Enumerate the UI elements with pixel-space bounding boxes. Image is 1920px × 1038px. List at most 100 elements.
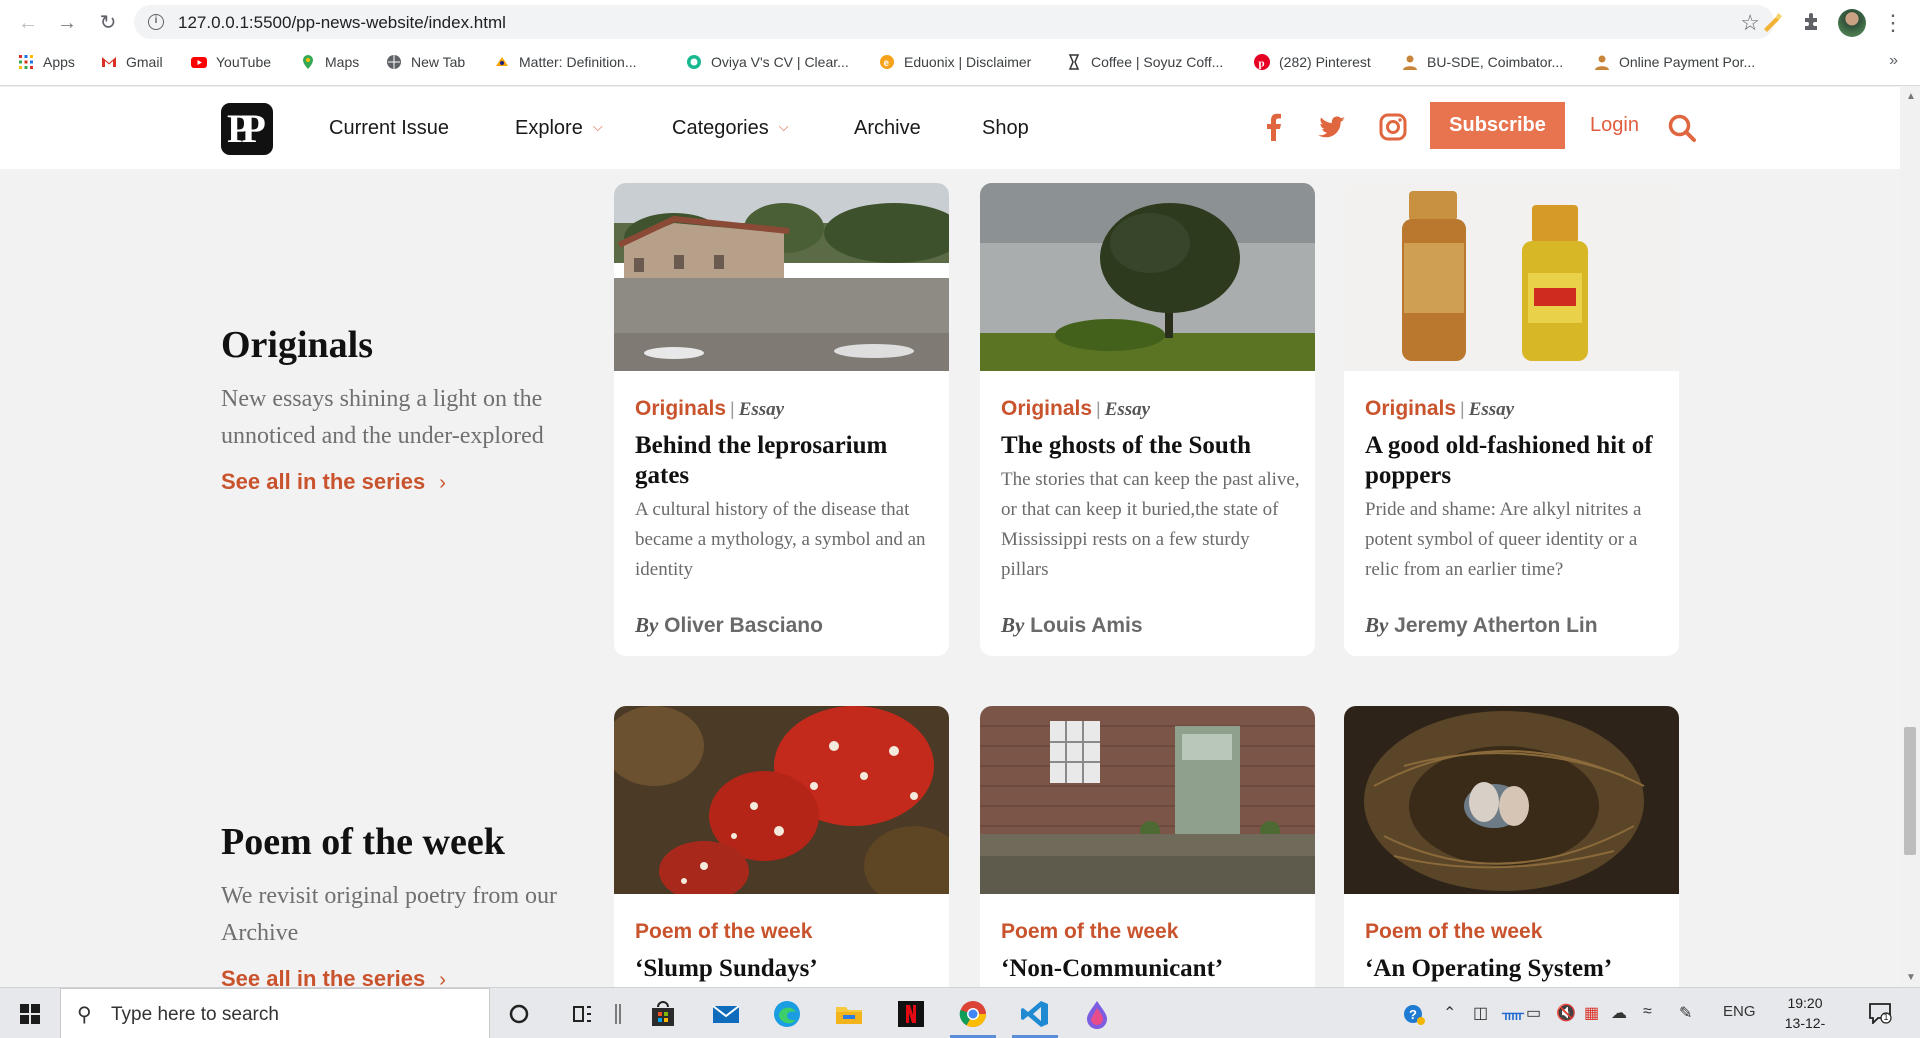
tray-app-red-icon[interactable]: ▦ — [1584, 1003, 1599, 1023]
login-link[interactable]: Login — [1590, 114, 1639, 137]
profile-avatar[interactable] — [1838, 9, 1866, 37]
bookmark-label: Gmail — [126, 54, 163, 70]
card-series[interactable]: Originals — [635, 397, 726, 420]
bookmark-maps[interactable]: Maps — [300, 52, 359, 72]
file-explorer-icon[interactable] — [833, 998, 865, 1030]
taskbar-search-box[interactable]: ⚲ Type here to search — [60, 988, 490, 1038]
bookmark-cv[interactable]: Oviya V's CV | Clear... — [686, 52, 849, 72]
bookmark-star-icon[interactable]: ☆ — [1740, 10, 1760, 36]
card-series[interactable]: Originals — [1365, 397, 1456, 420]
instagram-icon[interactable] — [1377, 111, 1409, 143]
nav-archive[interactable]: Archive — [854, 117, 921, 140]
extension-pencil-icon[interactable] — [1760, 10, 1784, 34]
bookmark-label: YouTube — [216, 54, 272, 70]
pen-ink-icon[interactable]: ✎ — [1679, 1003, 1692, 1023]
browser-menu-icon[interactable]: ⋮ — [1882, 9, 1904, 37]
author-name[interactable]: Oliver Basciano — [664, 614, 823, 637]
site-info-icon[interactable]: i — [148, 14, 164, 30]
microsoft-store-icon[interactable] — [647, 998, 679, 1030]
article-card[interactable]: Originals | Essay The ghosts of the South … — [980, 183, 1315, 656]
card-title[interactable]: The ghosts of the South — [1001, 431, 1301, 461]
card-title[interactable]: ‘Non-Communicant’ — [1001, 954, 1301, 984]
battery-icon[interactable]: ▭ — [1526, 1003, 1541, 1023]
onedrive-cloud-icon[interactable]: ☁ — [1611, 1003, 1627, 1023]
page-scrollbar[interactable]: ▲ ▼ — [1900, 87, 1920, 987]
language-indicator[interactable]: ENG — [1723, 1003, 1756, 1020]
card-series[interactable]: Originals — [1001, 397, 1092, 420]
bookmark-gmail[interactable]: Gmail — [101, 52, 163, 72]
tray-device-icon[interactable]: ◫ — [1473, 1003, 1488, 1023]
scroll-down-arrow-icon[interactable]: ▼ — [1906, 972, 1916, 983]
bookmark-eduonix[interactable]: e Eduonix | Disclaimer — [879, 52, 1031, 72]
card-series[interactable]: Poem of the week — [1001, 920, 1178, 943]
bluetooth-icon[interactable]: ᚅ — [1502, 1003, 1524, 1023]
search-icon[interactable] — [1667, 113, 1697, 143]
author-name[interactable]: Louis Amis — [1030, 614, 1142, 637]
card-title[interactable]: ‘Slump Sundays’ — [635, 954, 935, 984]
see-all-link[interactable]: See all in the series › — [221, 469, 446, 495]
tray-expand-chevron-icon[interactable]: ⌃ — [1443, 1003, 1456, 1023]
volume-muted-icon[interactable]: 🔇 — [1556, 1003, 1576, 1023]
system-clock[interactable]: 19:20 13-12-2020 — [1770, 993, 1840, 1038]
nav-current-issue[interactable]: Current Issue — [329, 117, 449, 140]
card-series[interactable]: Poem of the week — [1365, 920, 1542, 943]
subscribe-button[interactable]: Subscribe — [1430, 102, 1565, 149]
card-title[interactable]: Behind the leprosarium gates — [635, 431, 935, 491]
section-description: We revisit original poetry from our Arch… — [221, 883, 557, 946]
reload-icon[interactable]: ↻ — [94, 9, 122, 37]
nav-categories[interactable]: Categories ⌵ — [672, 117, 789, 140]
card-title[interactable]: A good old-fashioned hit of poppers — [1365, 431, 1665, 491]
bookmark-bu-sde[interactable]: BU-SDE, Coimbator... — [1402, 52, 1563, 72]
byline-prefix: By — [1001, 613, 1025, 637]
scroll-up-arrow-icon[interactable]: ▲ — [1906, 91, 1916, 102]
wifi-icon[interactable]: ≈ — [1643, 1003, 1652, 1021]
paint-3d-icon[interactable] — [1081, 998, 1113, 1030]
address-bar[interactable]: i 127.0.0.1:5500/pp-news-website/index.h… — [134, 5, 1774, 39]
poem-card[interactable]: Poem of the week ‘Non-Communicant’ — [980, 706, 1315, 987]
card-meta: Poem of the week — [635, 920, 812, 944]
meta-separator: | — [730, 399, 735, 419]
mail-icon[interactable] — [710, 998, 742, 1030]
nav-shop[interactable]: Shop — [982, 117, 1029, 140]
bookmark-pinterest[interactable]: p (282) Pinterest — [1254, 52, 1371, 72]
bookmark-new-tab[interactable]: New Tab — [386, 52, 465, 72]
see-all-label: See all in the series — [221, 469, 426, 494]
vscode-icon[interactable] — [1019, 998, 1051, 1030]
extensions-puzzle-icon[interactable] — [1800, 10, 1824, 34]
facebook-icon[interactable] — [1258, 111, 1290, 143]
article-card[interactable]: Originals | Essay A good old-fashioned hit… — [1344, 183, 1679, 656]
bookmark-youtube[interactable]: YouTube — [191, 52, 271, 72]
chrome-icon[interactable] — [957, 998, 989, 1030]
nav-explore[interactable]: Explore ⌵ — [515, 117, 603, 140]
netflix-icon[interactable] — [895, 998, 927, 1030]
twitter-icon[interactable] — [1315, 111, 1347, 143]
meta-separator: | — [1096, 399, 1101, 419]
help-badge-icon[interactable]: ? — [1402, 998, 1426, 1030]
back-arrow-icon[interactable]: ← — [14, 9, 42, 37]
scrollbar-thumb[interactable] — [1904, 727, 1916, 855]
poem-card[interactable]: Poem of the week ‘Slump Sundays’ — [614, 706, 949, 987]
cortana-icon[interactable] — [503, 998, 535, 1030]
site-logo[interactable]: PP — [221, 103, 273, 155]
forward-arrow-icon[interactable]: → — [53, 9, 81, 37]
article-card[interactable]: Originals | Essay Behind the leprosarium g… — [614, 183, 949, 656]
chevron-right-icon: › — [439, 969, 446, 987]
card-series[interactable]: Poem of the week — [635, 920, 812, 943]
card-description: Pride and shame: Are alkyl nitrites a po… — [1365, 499, 1642, 580]
taskbar-separator — [615, 1004, 621, 1024]
url-text[interactable]: 127.0.0.1:5500/pp-news-website/index.htm… — [178, 13, 506, 33]
poem-card[interactable]: Poem of the week ‘An Operating System’ — [1344, 706, 1679, 987]
edge-browser-icon[interactable] — [771, 998, 803, 1030]
see-all-link[interactable]: See all in the series › — [221, 966, 446, 987]
bookmark-coffee[interactable]: Coffee | Soyuz Coff... — [1066, 52, 1223, 72]
windows-start-icon[interactable] — [0, 988, 60, 1038]
card-title[interactable]: ‘An Operating System’ — [1365, 954, 1665, 984]
coffee-icon — [1068, 54, 1080, 70]
task-view-icon[interactable] — [566, 998, 598, 1030]
bookmark-online-payment[interactable]: Online Payment Por... — [1594, 52, 1755, 72]
chevron-right-icon: › — [439, 472, 446, 494]
bookmarks-more-chevron[interactable]: » — [1889, 52, 1898, 70]
bookmark-matter[interactable]: Matter: Definition... — [494, 52, 637, 72]
author-name[interactable]: Jeremy Atherton Lin — [1394, 614, 1597, 637]
bookmark-apps[interactable]: Apps — [18, 52, 75, 72]
